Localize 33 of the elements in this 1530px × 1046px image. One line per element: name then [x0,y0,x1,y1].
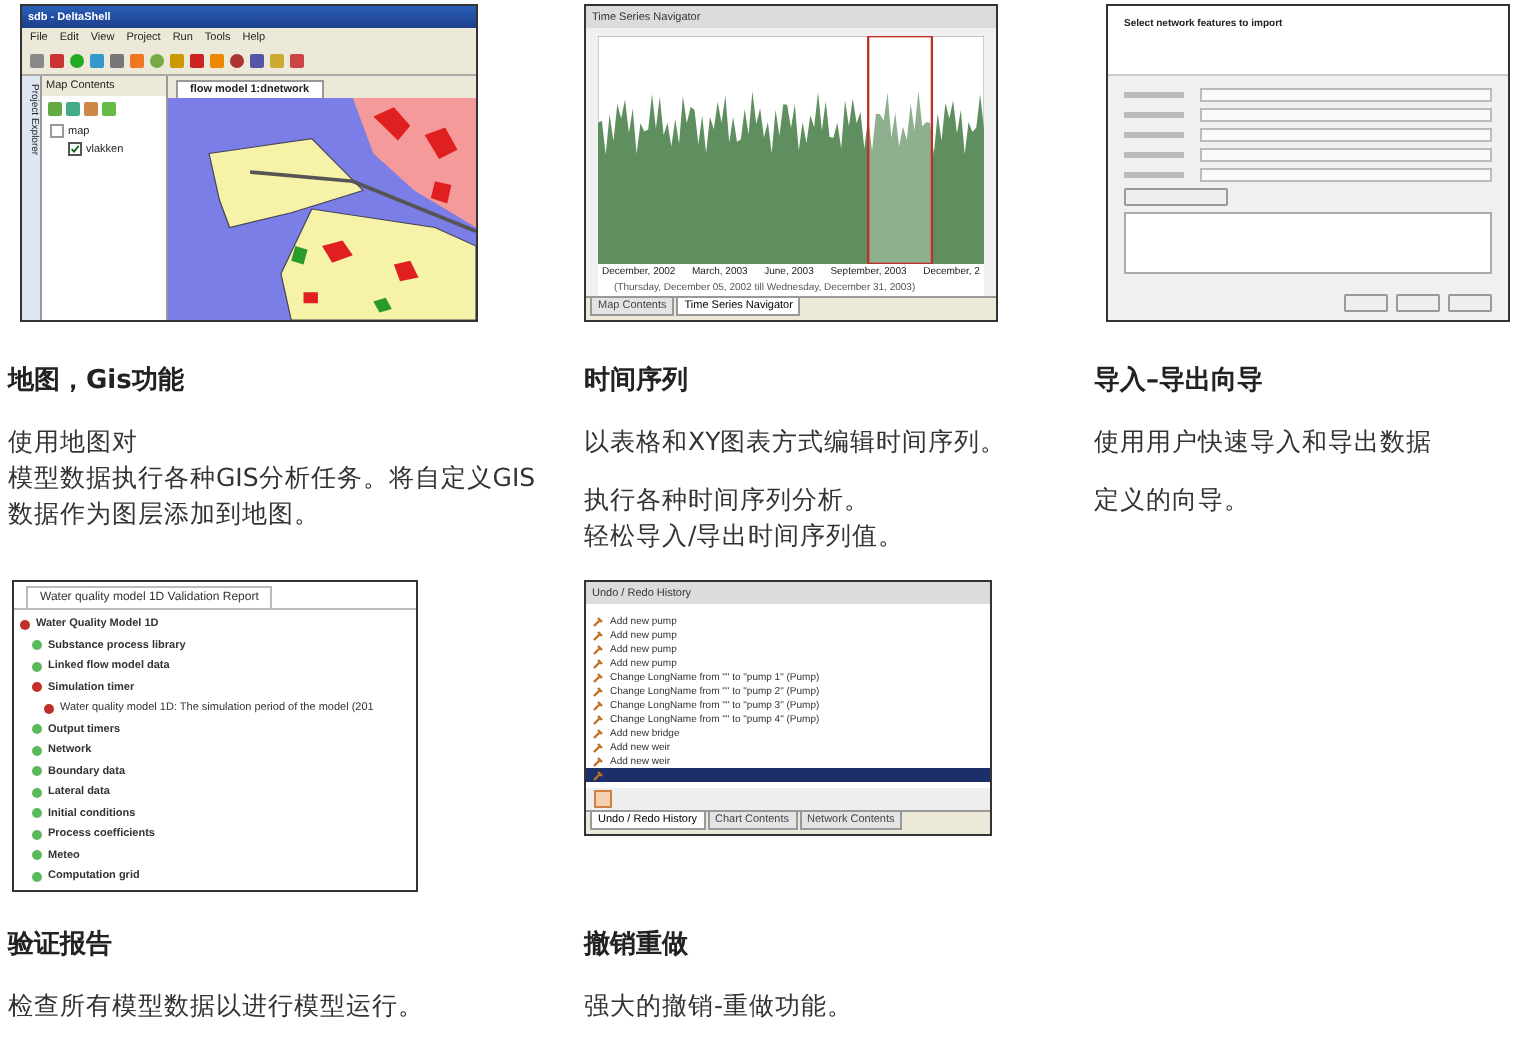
feature-title: 时间序列 [584,363,690,400]
input-field[interactable] [1200,108,1492,122]
field-label-bar [1124,172,1184,178]
field-label-bar [1124,152,1184,158]
input-field[interactable] [1200,148,1492,162]
description-line: 使用用户快速导入和导出数据 [1094,424,1432,460]
field-label-bar [1124,132,1184,138]
description-line: 模型数据执行各种GIS分析任务。将自定义GIS [8,460,536,496]
description-line: 轻松导入/导出时间序列值。 [584,518,905,554]
wizard-button[interactable] [1448,294,1492,312]
description-line: 定义的向导。 [1094,482,1250,518]
description-line: 使用地图对 [8,424,138,460]
field-label-bar [1124,92,1184,98]
wizard-button[interactable] [1396,294,1440,312]
feature-title: 撤销重做 [584,927,690,964]
description-line: 数据作为图层添加到地图。 [8,496,320,532]
layer-checkbox[interactable] [68,142,82,156]
description-line: 以表格和XY图表方式编辑时间序列。 [584,424,1007,460]
feature-title: 地图，Gis功能 [8,364,186,400]
input-field[interactable] [1200,88,1492,102]
field-label-bar [1124,112,1184,118]
description-line: 执行各种时间序列分析。 [584,482,870,518]
wizard-button[interactable] [1124,188,1228,206]
input-field[interactable] [1200,128,1492,142]
input-field[interactable] [1200,168,1492,182]
wizard-button[interactable] [1344,294,1388,312]
description-line: 强大的撤销-重做功能。 [584,988,854,1024]
undo-tool-icon[interactable] [594,790,612,808]
description-line: 检查所有模型数据以进行模型运行。 [8,988,424,1024]
history-row[interactable] [586,768,990,782]
error-status-icon [20,619,30,630]
feature-title: 导入–导出向导 [1094,363,1265,400]
feature-title: 验证报告 [8,927,114,964]
